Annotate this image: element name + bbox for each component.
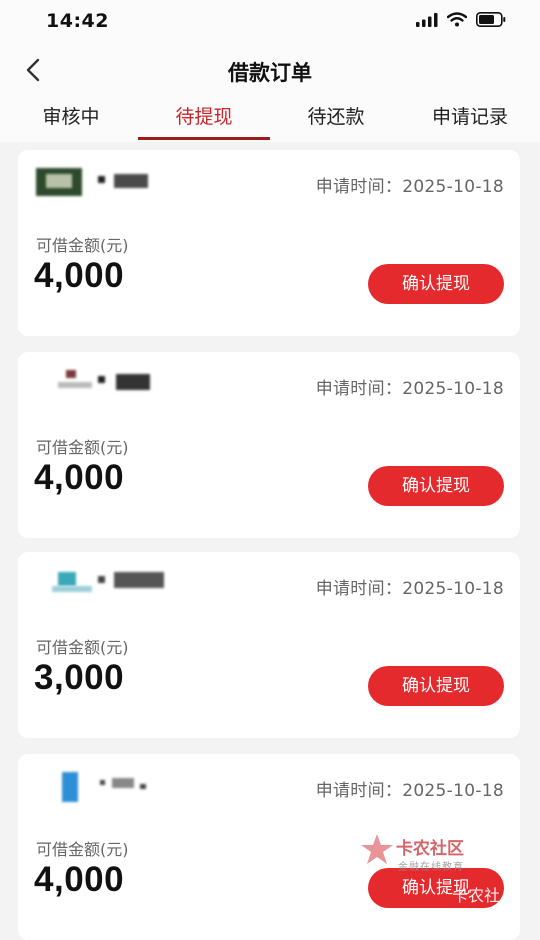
- confirm-withdraw-button[interactable]: 确认提现: [368, 666, 504, 706]
- amount-label: 可借金额(元): [36, 840, 129, 859]
- loan-amount: 4,000: [34, 458, 125, 497]
- tab-bar: 审核中 待提现 待还款 申请记录: [0, 96, 540, 142]
- active-tab-indicator: [138, 137, 270, 140]
- order-card: 申请时间：2025-10-18 可借金额(元) 4,000 确认提现: [18, 754, 520, 940]
- amount-label: 可借金额(元): [36, 638, 129, 657]
- order-card: 申请时间：2025-10-18 可借金额(元) 4,000 确认提现: [18, 352, 520, 538]
- signal-icon: [416, 12, 438, 27]
- tab-pending-withdrawal[interactable]: 待提现: [156, 96, 252, 142]
- tab-pending-repayment[interactable]: 待还款: [288, 96, 384, 142]
- apply-time: 申请时间：2025-10-18: [315, 781, 504, 801]
- loan-amount: 4,000: [34, 860, 125, 899]
- page-title: 借款订单: [228, 61, 312, 85]
- nav-header: 借款订单: [0, 44, 540, 96]
- order-card: 申请时间：2025-10-18 可借金额(元) 4,000 确认提现: [18, 150, 520, 336]
- apply-time: 申请时间：2025-10-18: [315, 177, 504, 197]
- tab-reviewing[interactable]: 审核中: [26, 96, 116, 142]
- wifi-icon: [447, 12, 467, 27]
- status-time: 14:42: [46, 10, 109, 32]
- product-logo: [36, 368, 166, 396]
- confirm-withdraw-button[interactable]: 确认提现: [368, 264, 504, 304]
- status-icons: [416, 12, 506, 27]
- confirm-withdraw-button[interactable]: 确认提现: [368, 466, 504, 506]
- loan-amount: 3,000: [34, 658, 125, 697]
- apply-time: 申请时间：2025-10-18: [315, 579, 504, 599]
- tab-application-records[interactable]: 申请记录: [418, 96, 522, 142]
- amount-label: 可借金额(元): [36, 438, 129, 457]
- confirm-withdraw-button[interactable]: 确认提现: [368, 868, 504, 908]
- battery-icon: [476, 12, 506, 27]
- product-logo: [36, 770, 166, 802]
- product-logo: [36, 166, 166, 196]
- status-bar: 14:42: [0, 0, 540, 44]
- amount-label: 可借金额(元): [36, 236, 129, 255]
- apply-time: 申请时间：2025-10-18: [315, 379, 504, 399]
- product-logo: [36, 568, 166, 596]
- loan-amount: 4,000: [34, 256, 125, 295]
- order-card: 申请时间：2025-10-18 可借金额(元) 3,000 确认提现: [18, 552, 520, 738]
